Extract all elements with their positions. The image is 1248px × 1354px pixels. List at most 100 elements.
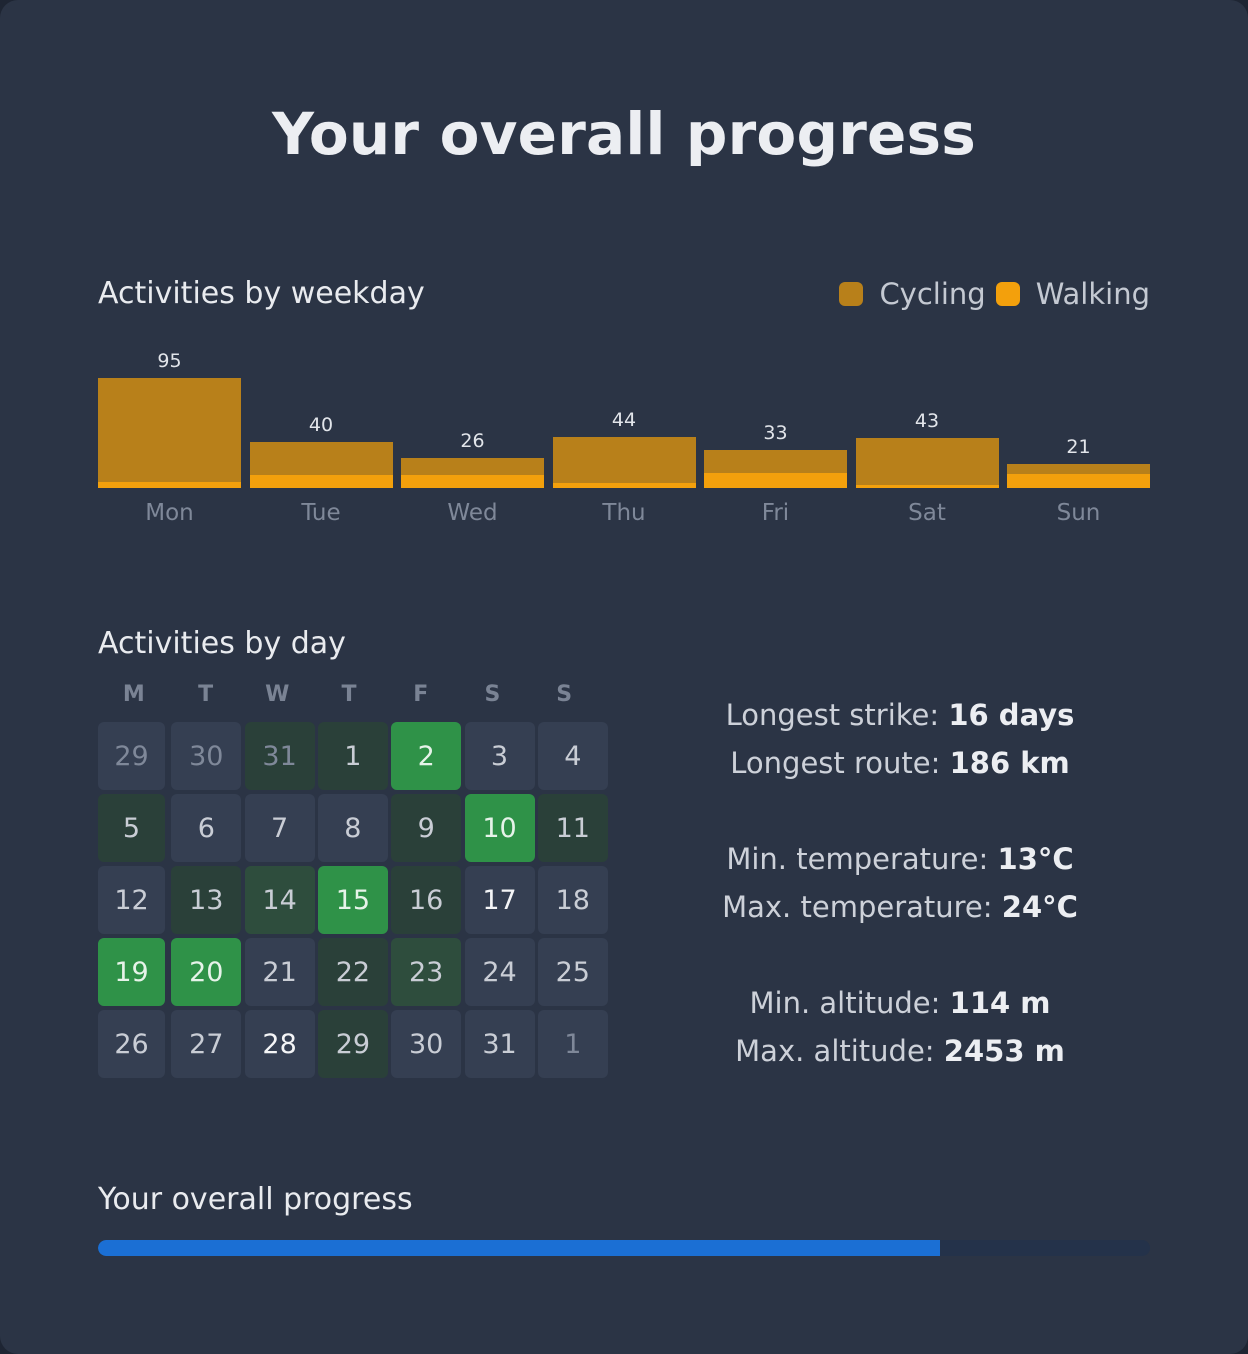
stat-spacer: [650, 790, 1150, 838]
bar-group-wed: 26 Wed: [401, 340, 544, 530]
bar-value-tue: 40: [308, 413, 334, 436]
calendar-day[interactable]: 1: [317, 722, 388, 790]
activity-calendar: MTWTFSS 29 30 31 1 2 3 4 5 6 7 8 9 10 11 12 13 14 15 16 17 1…: [98, 682, 608, 1078]
stat-value: 186 km: [949, 746, 1070, 780]
calendar-day[interactable]: 1: [537, 1010, 608, 1078]
overall-progress-bar: [98, 1240, 1150, 1256]
page-title: Your overall progress: [272, 100, 976, 168]
calendar-header-4: F: [413, 682, 429, 707]
weekday-bar-chart: 95 Mon 40 Tue 26 Wed 44 Thu 33 Fri 43 Sat 21 Sun: [98, 340, 1150, 530]
calendar-day[interactable]: 6: [171, 794, 242, 862]
bar-walking-thu: [552, 483, 696, 488]
stat-line: Max. temperature: 24°C: [650, 886, 1150, 934]
bar-cycling-tue: [249, 441, 393, 476]
stat-label: Max. altitude:: [735, 1034, 944, 1068]
calendar-day[interactable]: 11: [537, 794, 608, 862]
stat-line: Min. temperature: 13°C: [650, 838, 1150, 886]
stat-value: 2453 m: [943, 1034, 1065, 1068]
bar-cycling-wed: [401, 457, 544, 476]
progress-card: Your overall progress Activities by week…: [0, 0, 1248, 1354]
calendar-day[interactable]: 8: [317, 794, 388, 862]
stat-line: Longest strike: 16 days: [650, 694, 1150, 742]
legend-label-cycling: Cycling: [879, 277, 986, 311]
calendar-day[interactable]: 14: [244, 866, 315, 934]
bar-group-thu: 44 Thu: [552, 340, 696, 530]
bar-label-tue: Tue: [301, 500, 341, 526]
calendar-day[interactable]: 10: [464, 794, 535, 862]
stat-label: Max. temperature:: [722, 890, 1002, 924]
stat-line: Longest route: 186 km: [650, 742, 1150, 790]
calendar-day[interactable]: 28: [244, 1010, 315, 1078]
stat-line: Max. altitude: 2453 m: [650, 1030, 1150, 1078]
calendar-day[interactable]: 22: [317, 938, 388, 1006]
calendar-day[interactable]: 16: [391, 866, 462, 934]
calendar-day[interactable]: 3: [464, 722, 535, 790]
stat-label: Min. temperature:: [726, 842, 998, 876]
calendar-header-1: T: [198, 682, 214, 707]
progress-section-title: Your overall progress: [98, 1182, 413, 1217]
calendar-day[interactable]: 20: [171, 938, 242, 1006]
calendar-day[interactable]: 5: [98, 794, 165, 862]
bar-walking-fri: [704, 472, 847, 488]
stat-value: 13°C: [997, 842, 1074, 876]
calendar-day[interactable]: 31: [464, 1010, 535, 1078]
bar-label-sat: Sat: [908, 500, 946, 526]
calendar-header-5: S: [484, 682, 501, 707]
calendar-day[interactable]: 2: [391, 722, 462, 790]
bar-value-sun: 21: [1066, 435, 1091, 458]
bar-label-fri: Fri: [761, 500, 790, 526]
calendar-day[interactable]: 25: [537, 938, 608, 1006]
calendar-day[interactable]: 31: [244, 722, 315, 790]
stat-label: Longest route:: [730, 746, 950, 780]
calendar-day[interactable]: 13: [171, 866, 242, 934]
bar-value-sat: 43: [914, 410, 940, 433]
bar-value-fri: 33: [763, 421, 788, 444]
bar-cycling-mon: [98, 378, 241, 483]
bar-cycling-fri: [704, 449, 847, 473]
bar-cycling-thu: [552, 437, 696, 484]
calendar-day[interactable]: 17: [464, 866, 535, 934]
calendar-day[interactable]: 7: [244, 794, 315, 862]
bar-group-tue: 40 Tue: [249, 340, 393, 530]
calendar-weekday-headers: MTWTFSS: [98, 682, 600, 712]
bar-group-sat: 43 Sat: [855, 340, 999, 530]
overall-progress-fill: [98, 1240, 940, 1256]
bar-walking-wed: [401, 475, 544, 488]
stat-label: Longest strike:: [725, 698, 949, 732]
calendar-header-2: W: [265, 682, 290, 707]
stat-spacer: [650, 934, 1150, 982]
bar-group-mon: 95 Mon: [98, 340, 241, 530]
calendar-day[interactable]: 18: [537, 866, 608, 934]
calendar-day[interactable]: 29: [98, 722, 165, 790]
calendar-day[interactable]: 15: [317, 866, 388, 934]
calendar-header-3: T: [341, 682, 357, 707]
calendar-day[interactable]: 23: [391, 938, 462, 1006]
bar-walking-sun: [1007, 474, 1150, 488]
calendar-day[interactable]: 12: [98, 866, 165, 934]
stat-line: Min. altitude: 114 m: [650, 982, 1150, 1030]
calendar-day[interactable]: 29: [317, 1010, 388, 1078]
bar-value-wed: 26: [460, 429, 485, 452]
weekday-section-title: Activities by weekday: [98, 276, 425, 311]
bar-label-sun: Sun: [1056, 500, 1101, 526]
calendar-day[interactable]: 26: [98, 1010, 165, 1078]
calendar-day[interactable]: 30: [391, 1010, 462, 1078]
calendar-day[interactable]: 30: [171, 722, 242, 790]
bar-value-thu: 44: [611, 409, 637, 432]
stats-panel: Longest strike: 16 days Longest route: 18…: [650, 694, 1150, 1078]
stat-value: 114 m: [949, 986, 1051, 1020]
calendar-day[interactable]: 19: [98, 938, 165, 1006]
bar-group-sun: 21 Sun: [1007, 340, 1150, 530]
stat-value: 24°C: [1001, 890, 1078, 924]
calendar-day[interactable]: 9: [391, 794, 462, 862]
calendar-day[interactable]: 27: [171, 1010, 242, 1078]
bar-group-fri: 33 Fri: [704, 340, 847, 530]
bar-value-mon: 95: [157, 350, 182, 372]
calendar-day[interactable]: 24: [464, 938, 535, 1006]
walking-swatch: [995, 282, 1020, 306]
cycling-swatch: [839, 282, 864, 306]
bar-cycling-sun: [1007, 463, 1150, 475]
chart-legend: Cycling Walking: [839, 277, 1150, 311]
calendar-day[interactable]: 4: [537, 722, 608, 790]
calendar-day[interactable]: 21: [244, 938, 315, 1006]
